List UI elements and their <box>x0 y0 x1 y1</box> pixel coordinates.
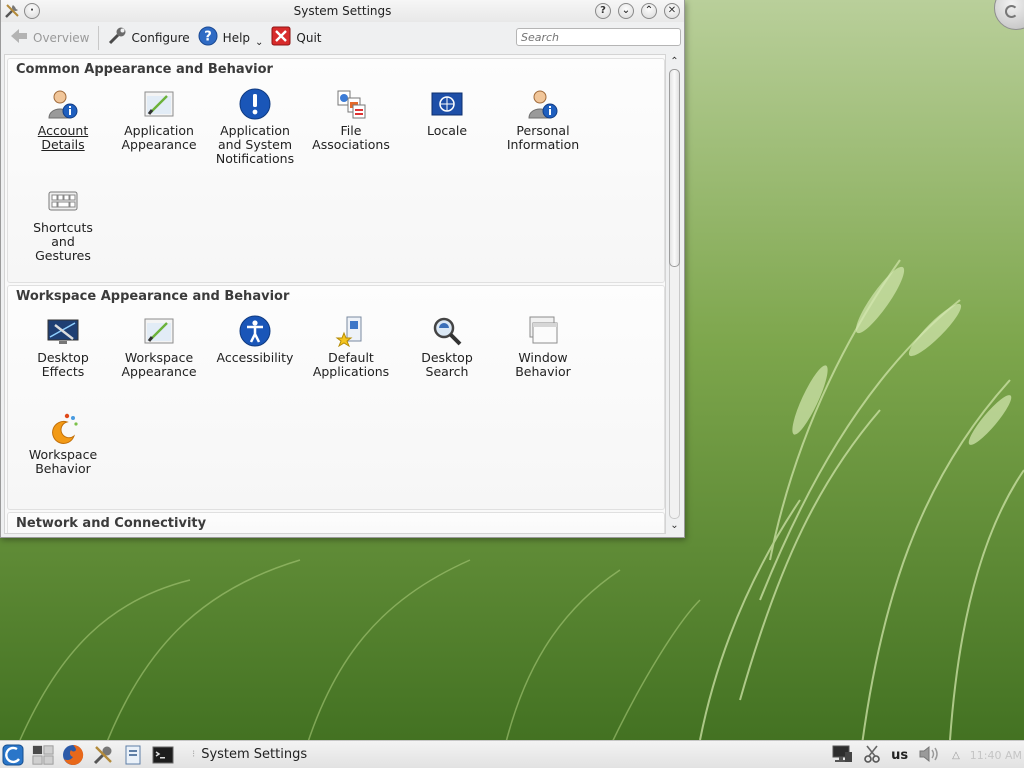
svg-text:?: ? <box>204 30 212 45</box>
application-appearance-item[interactable]: Application Appearance <box>111 88 207 152</box>
paintbrush-icon <box>144 318 174 344</box>
desktop-effects-icon <box>47 319 79 344</box>
task-system-settings[interactable]: ⁝ System Settings <box>192 747 307 762</box>
desktop-effects-item[interactable]: Desktop Effects <box>15 315 111 379</box>
windows-icon <box>529 316 558 344</box>
item-label: Locale <box>426 123 468 138</box>
keyboard-icon <box>48 191 78 211</box>
minimize-button[interactable]: ⌄ <box>618 3 634 19</box>
taskbar: ⁝ System Settings us △ 11:40 AM <box>0 740 1024 768</box>
overview-label: Overview <box>33 30 90 45</box>
user-info-icon <box>528 90 558 119</box>
un-flag-icon <box>431 92 463 116</box>
item-label: Workspace Behavior <box>28 447 98 476</box>
magnifier-icon <box>433 317 462 346</box>
quit-button[interactable]: Quit <box>267 25 325 51</box>
item-label: Desktop Effects <box>37 350 89 379</box>
task-label: System Settings <box>201 747 308 762</box>
item-label: Window Behavior <box>515 350 571 379</box>
locale-item[interactable]: Locale <box>399 88 495 138</box>
system-tray: us △ 11:40 AM <box>831 741 1024 768</box>
firefox-icon[interactable] <box>62 744 84 766</box>
network-icon[interactable] <box>831 744 853 767</box>
toolbar: Overview Configure ? Help ⌄ Quit <box>1 22 684 53</box>
section-title: Network and Connectivity <box>16 516 207 531</box>
accessibility-icon <box>239 315 271 347</box>
configure-button[interactable]: Configure <box>103 25 194 51</box>
exclamation-icon <box>239 88 271 120</box>
search-input[interactable] <box>516 28 681 46</box>
notifications-item[interactable]: Application and System Notifications <box>207 88 303 166</box>
file-types-icon <box>337 90 366 119</box>
plasma-icon <box>52 413 78 444</box>
vertical-scrollbar[interactable]: ⌃ ⌄ <box>667 55 682 534</box>
volume-icon[interactable] <box>918 744 942 767</box>
item-label: File Associations <box>312 123 390 152</box>
scroll-up-icon[interactable]: ⌃ <box>669 56 680 67</box>
toolbar-separator <box>97 25 99 50</box>
pager-icon[interactable] <box>32 744 54 766</box>
paintbrush-icon <box>144 91 174 117</box>
item-label: Default Applications <box>312 350 390 379</box>
settings-content: Common Appearance and Behavior Account D… <box>4 54 666 534</box>
scroll-down-icon[interactable]: ⌄ <box>669 520 680 531</box>
file-associations-item[interactable]: File Associations <box>303 88 399 152</box>
workspace-appearance-item[interactable]: Workspace Appearance <box>111 315 207 379</box>
default-applications-item[interactable]: Default Applications <box>303 315 399 379</box>
item-label: Accessibility <box>216 350 294 365</box>
item-label: Account Details <box>37 123 89 152</box>
window-behavior-item[interactable]: Window Behavior <box>495 315 591 379</box>
klipper-scissors-icon[interactable] <box>863 744 881 767</box>
window-task-icon: ⁝ <box>192 749 196 760</box>
section-title: Common Appearance and Behavior <box>16 62 273 77</box>
personal-information-item[interactable]: Personal Information <box>495 88 591 152</box>
quit-label: Quit <box>296 30 322 45</box>
section-workspace-appearance: Workspace Appearance and Behavior Deskto… <box>7 285 665 510</box>
scroll-thumb[interactable] <box>669 69 680 267</box>
item-label: Shortcuts and Gestures <box>33 220 93 263</box>
accessibility-item[interactable]: Accessibility <box>207 315 303 365</box>
clock[interactable]: 11:40 AM <box>970 749 1022 762</box>
item-label: Desktop Search <box>421 350 473 379</box>
shortcuts-gestures-item[interactable]: Shortcuts and Gestures <box>15 185 111 263</box>
section-common-appearance: Common Appearance and Behavior Account D… <box>7 58 665 283</box>
close-button[interactable]: ✕ <box>664 3 680 19</box>
overview-button[interactable]: Overview <box>6 25 94 51</box>
help-icon: ? <box>198 26 218 49</box>
item-label: Application and System Notifications <box>215 123 295 166</box>
desktop-search-item[interactable]: Desktop Search <box>399 315 495 379</box>
default-apps-icon <box>335 316 362 347</box>
section-network: Network and Connectivity <box>7 512 665 533</box>
wrench-icon <box>107 26 127 49</box>
help-button[interactable]: ? Help ⌄ <box>194 25 268 51</box>
chevron-down-icon[interactable]: ⌄ <box>255 37 263 48</box>
item-label: Application Appearance <box>121 123 197 152</box>
quit-icon <box>271 26 291 49</box>
back-arrow-icon <box>10 28 28 47</box>
item-label: Workspace Appearance <box>121 350 197 379</box>
window-title: System Settings <box>293 4 392 18</box>
keyboard-layout-indicator[interactable]: us <box>891 748 908 763</box>
section-title: Workspace Appearance and Behavior <box>16 289 290 304</box>
system-settings-window: · System Settings ? ⌄ ⌃ ✕ Overview Confi… <box>0 0 685 538</box>
account-details-item[interactable]: Account Details <box>15 88 111 152</box>
terminal-icon[interactable] <box>152 744 174 766</box>
configure-label: Configure <box>131 30 190 45</box>
help-label: Help <box>222 30 251 45</box>
system-settings-icon[interactable] <box>92 744 114 766</box>
tray-expand-icon[interactable]: △ <box>952 750 960 761</box>
context-help-button[interactable]: ? <box>595 3 611 19</box>
application-launcher-icon[interactable] <box>2 744 24 766</box>
title-bar[interactable]: · System Settings ? ⌄ ⌃ ✕ <box>1 0 684 22</box>
user-info-icon <box>48 90 78 119</box>
item-label: Personal Information <box>506 123 580 152</box>
workspace-behavior-item[interactable]: Workspace Behavior <box>15 412 111 476</box>
file-manager-icon[interactable] <box>122 744 144 766</box>
maximize-button[interactable]: ⌃ <box>641 3 657 19</box>
